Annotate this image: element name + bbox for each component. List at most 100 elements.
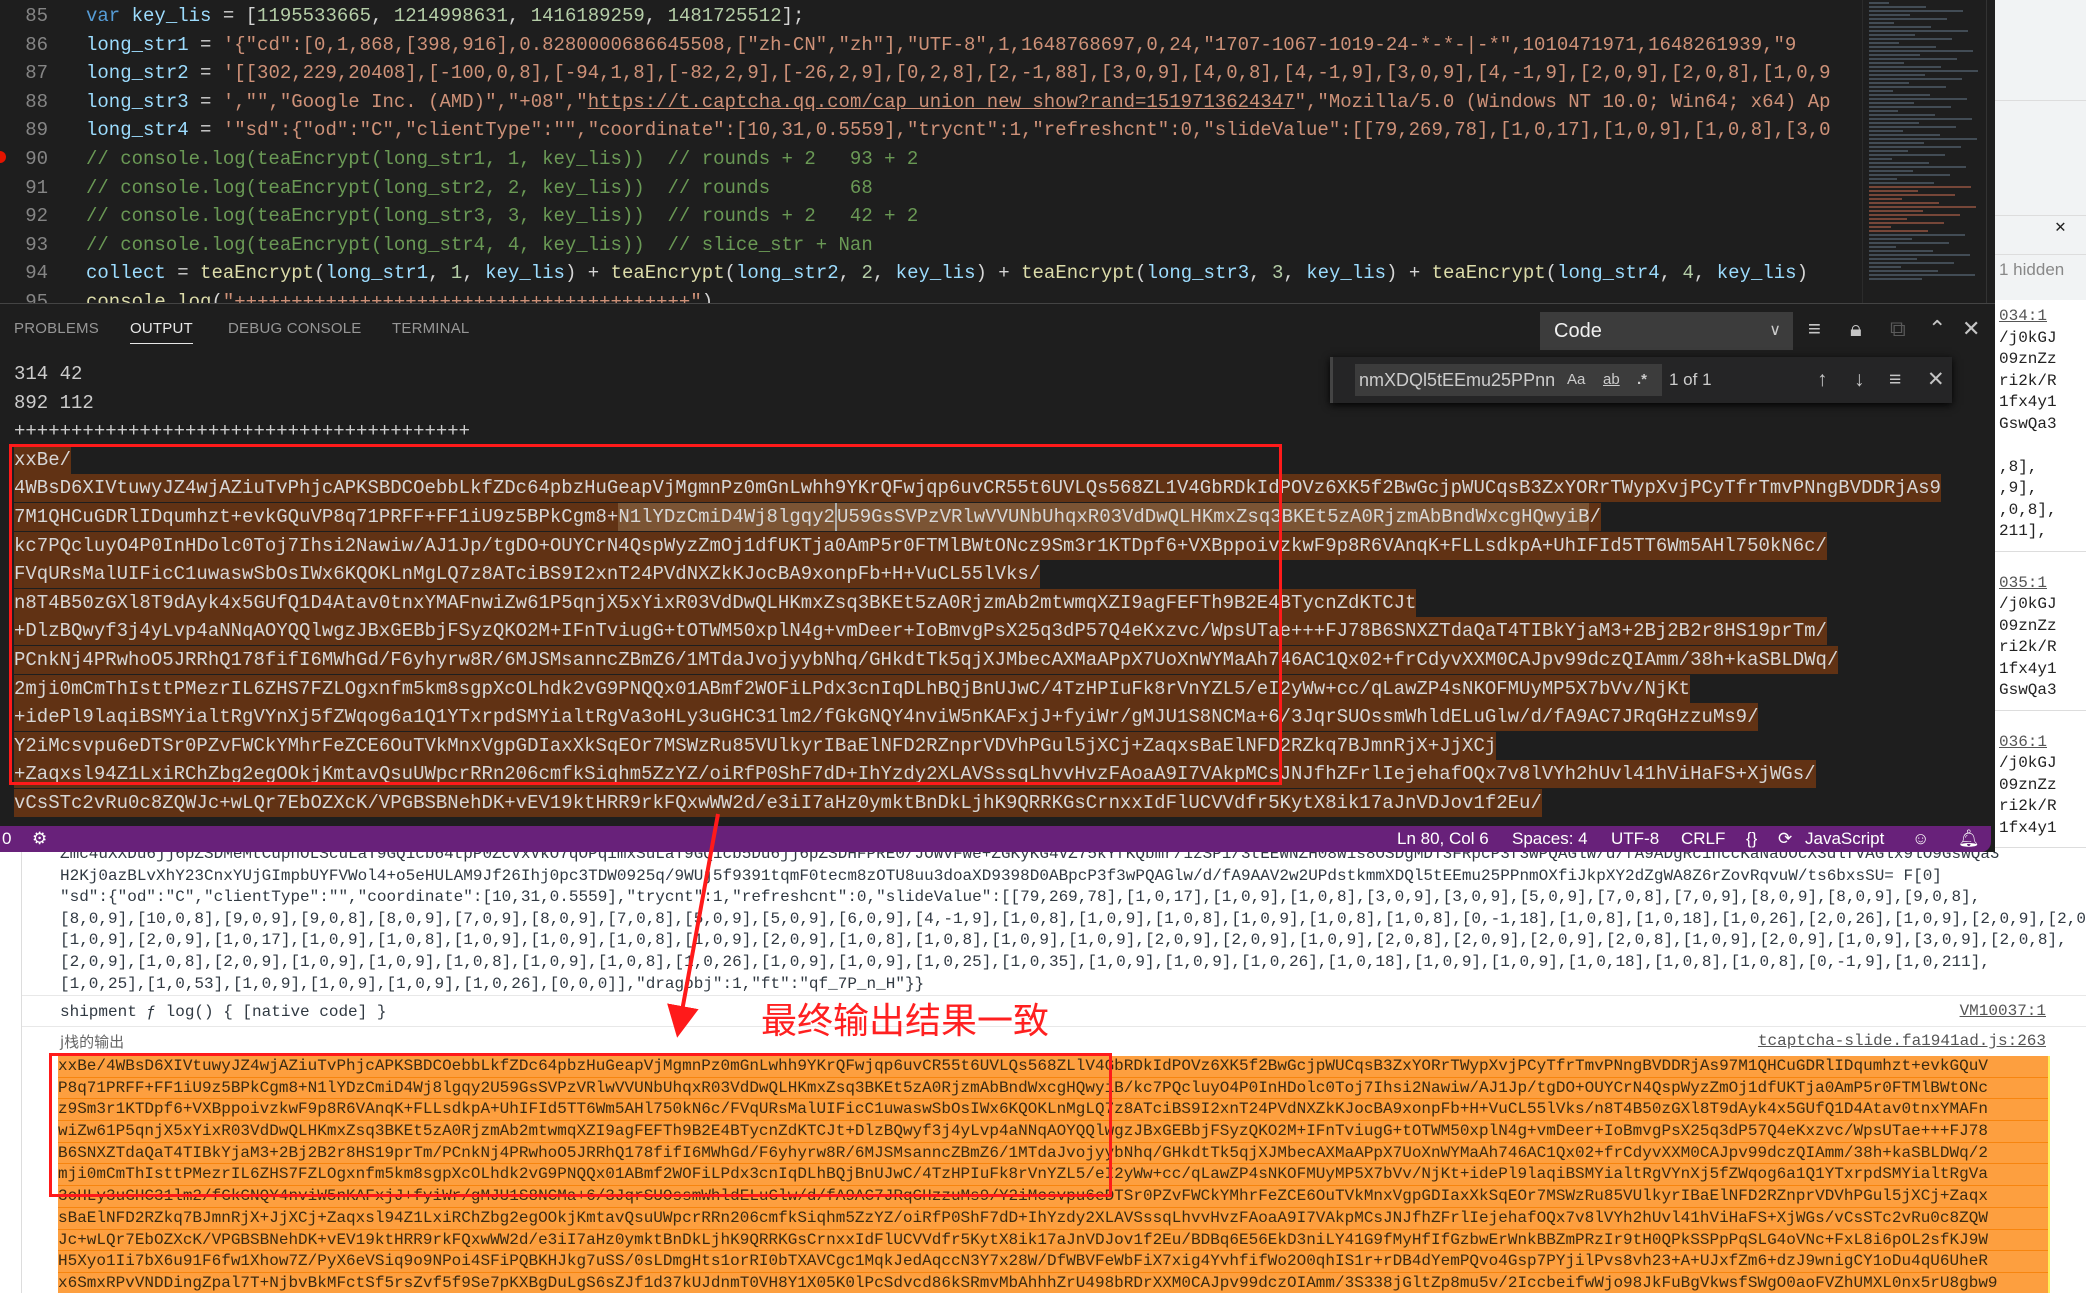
status-problems[interactable]: 0	[2, 826, 11, 852]
cursor-position[interactable]: Ln 80, Col 6	[1397, 826, 1489, 852]
output-line: kc7PQcluyO4P0InHDolc0Toj7Ihsi2Nawiw/AJ1J…	[14, 531, 1995, 561]
minimap-line	[1869, 130, 1903, 132]
sync-icon[interactable]: ⟳	[1778, 826, 1792, 852]
output-channel-select[interactable]: Code ∨	[1540, 312, 1793, 350]
minimap-line	[1869, 14, 1910, 16]
code-line[interactable]: 93 // console.log(teaEncrypt(long_str4, 4…	[0, 231, 1862, 260]
source-link[interactable]: 035:1	[1999, 573, 2047, 595]
console-line: Zmc4uXXDu6jj6pZSDMeMtCupnOLScuLaT9GQ1cb6…	[60, 852, 2000, 863]
clear-output-icon[interactable]: ≡	[1808, 314, 1821, 344]
console-line: GswQa3	[1999, 414, 2057, 433]
code-line[interactable]: 91 // console.log(teaEncrypt(long_str2, 2…	[0, 174, 1862, 203]
encoding[interactable]: UTF-8	[1611, 826, 1659, 852]
line-code: console.log("+++++++++++++++++++++++++++…	[86, 288, 713, 303]
code-line[interactable]: 89 long_str4 = '"sd":{"od":"C","clientTyp…	[0, 116, 1862, 145]
divider	[1995, 847, 2086, 848]
whole-word-toggle[interactable]: ab	[1603, 364, 1620, 396]
arrow-down-icon[interactable]: ↓	[1854, 364, 1865, 396]
chevron-up-icon[interactable]: ⌃	[1928, 314, 1946, 344]
code-line[interactable]: 85 var key_lis = [1195533665, 1214998631,…	[0, 2, 1862, 31]
code-token: ,	[838, 262, 862, 285]
output-line: vCsSTc2vRu0c8ZQWJc+wLQr7EbOZXcK/VPGBSBNe…	[14, 788, 1995, 818]
code-editor[interactable]: 85 var key_lis = [1195533665, 1214998631,…	[0, 0, 1862, 303]
code-token: (	[1135, 262, 1147, 285]
source-link[interactable]: 034:1	[1999, 306, 2047, 328]
minimap-line	[1869, 154, 1945, 156]
output-line: +idePl9laqiBSMYialtRgVYnXj5fZWqog6a1Q1YT…	[14, 703, 1995, 732]
browser-console: Zmc4uXXDu6jj6pZSDMeMtCupnOLScuLaT9GQ1cb6…	[0, 852, 2086, 1293]
arrow-up-icon[interactable]: ↑	[1817, 364, 1828, 396]
tab-problems[interactable]: PROBLEMS	[14, 320, 99, 337]
close-panel-icon[interactable]: ✕	[1962, 314, 1980, 344]
console-line: 1fx4y1	[1999, 818, 2057, 837]
minimap-line	[1869, 30, 1968, 32]
search-match: vCsSTc2vRu0c8ZQWJc+wLQr7EbOZXcK/VPGBSBNe…	[14, 788, 1542, 817]
find-in-selection-icon[interactable]: ≡	[1889, 364, 1901, 396]
code-token: (	[1545, 262, 1558, 285]
minimap-line	[1869, 274, 1975, 276]
code-line[interactable]: 94 collect = teaEncrypt(long_str1, 1, key…	[0, 259, 1862, 288]
console-line: ,8],	[1999, 457, 2038, 476]
search-match: 2mji0mCmThIsttPMezrIL6ZHS7FZLOgxnfm5km8s…	[14, 674, 1691, 703]
regex-toggle[interactable]: .*	[1637, 364, 1647, 396]
code-token: )	[1796, 262, 1808, 285]
code-line[interactable]: 95 console.log("+++++++++++++++++++++++++…	[0, 288, 1862, 303]
code-token: key_lis	[1716, 262, 1797, 285]
live-share-icon[interactable]: ⚙	[32, 826, 47, 852]
code-token: =	[188, 119, 223, 142]
tab-output[interactable]: OUTPUT	[130, 320, 193, 344]
code-line[interactable]: 90 // console.log(teaEncrypt(long_str1, 1…	[0, 145, 1862, 174]
minimap-line	[1869, 122, 1919, 124]
code-token: ,	[1659, 262, 1683, 285]
code-token: ',"","Google Inc. (AMD)","+08","	[222, 90, 588, 113]
code-line[interactable]: 92 // console.log(teaEncrypt(long_str3, 3…	[0, 202, 1862, 231]
code-line[interactable]: 88 long_str3 = ',"","Google Inc. (AMD)","…	[0, 88, 1862, 117]
minimap-line	[1869, 162, 1929, 164]
language-mode[interactable]: JavaScript	[1805, 826, 1884, 852]
minimap-line	[1869, 86, 1946, 88]
minimap-line	[1869, 254, 1970, 256]
bell-icon[interactable]: 🔔︎	[1958, 826, 1980, 852]
minimap-line	[1869, 70, 1978, 72]
minimap-line	[1869, 22, 1894, 24]
code-token: key_lis	[1306, 262, 1387, 285]
line-ending[interactable]: CRLF	[1681, 826, 1725, 852]
close-icon[interactable]: ✕	[2055, 218, 2066, 240]
find-query: nmXDQl5tEEmu25PPnn	[1359, 370, 1556, 390]
braces-icon[interactable]: {}	[1746, 826, 1757, 852]
search-match: +DlzBQwyf3j4yLvp4aNNqAOYQQlwgzJBxGEBbjFS…	[14, 617, 1827, 646]
tab-terminal[interactable]: TERMINAL	[392, 320, 469, 337]
copy-icon[interactable]: ⧉	[1890, 314, 1906, 344]
code-token: long_str4	[1557, 262, 1660, 285]
line-code: // console.log(teaEncrypt(long_str4, 4, …	[86, 231, 873, 260]
output-line: Y2iMcsvpu6eDTSr0PZvFWCkYMhrFeZCE6OuTVkMn…	[14, 731, 1995, 761]
code-token: =	[188, 90, 223, 113]
code-token: ,	[507, 5, 531, 27]
code-line[interactable]: 86 long_str1 = '{"cd":[0,1,868,[398,916],…	[0, 31, 1862, 60]
indentation[interactable]: Spaces: 4	[1512, 826, 1588, 852]
code-token: ,	[462, 262, 486, 285]
lock-icon[interactable]: 🔒︎	[1850, 314, 1862, 344]
code-line[interactable]: 87 long_str2 = '[[302,229,20408],[-100,0,…	[0, 59, 1862, 88]
console-line: ri2k/R	[1999, 638, 2057, 656]
code-token: )	[701, 291, 714, 303]
match-case-toggle[interactable]: Aa	[1567, 364, 1585, 396]
feedback-icon[interactable]: ☺	[1912, 826, 1929, 852]
tab-debug-console[interactable]: DEBUG CONSOLE	[228, 320, 361, 337]
code-token: // console.log(teaEncrypt(long_str4, 4, …	[86, 233, 873, 256]
source-link[interactable]: tcaptcha-slide.fa1941ad.js:263	[1758, 1032, 2046, 1050]
status-bar: 0 ⚙ Ln 80, Col 6 Spaces: 4 UTF-8 CRLF {}…	[0, 826, 1991, 852]
close-find-icon[interactable]: ✕	[1927, 364, 1945, 396]
source-link[interactable]: VM10037:1	[1960, 1002, 2046, 1020]
code-token: // console.log(teaEncrypt(long_str2, 2, …	[86, 176, 873, 199]
hidden-count[interactable]: 1 hidden	[1999, 259, 2064, 281]
source-link[interactable]: 036:1	[1999, 732, 2047, 754]
code-token: 1416189259	[530, 5, 645, 27]
minimap[interactable]	[1862, 0, 1986, 303]
code-token: =	[188, 33, 223, 56]
minimap-line	[1869, 54, 1920, 56]
output-content[interactable]: 314 42 892 112 +++++++++++++++++++++++++…	[14, 360, 1995, 818]
minimap-line	[1869, 150, 1908, 152]
find-input[interactable]: nmXDQl5tEEmu25PPnn Aa ab .*	[1355, 364, 1662, 396]
